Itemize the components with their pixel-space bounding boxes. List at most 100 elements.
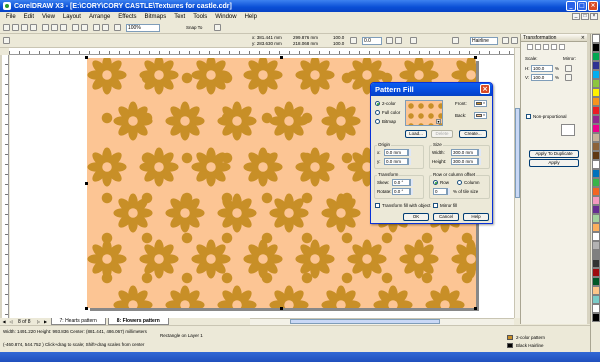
palette-swatch[interactable]	[592, 214, 600, 223]
palette-swatch[interactable]	[592, 304, 600, 313]
menu-edit[interactable]: Edit	[20, 14, 38, 20]
mirror-vertical-button[interactable]	[565, 74, 572, 81]
palette-swatch[interactable]	[592, 169, 600, 178]
minimize-button[interactable]: _	[566, 1, 576, 11]
selection-handle-bc[interactable]	[280, 307, 283, 310]
tab-flowers-pattern[interactable]: 8: Flowers pattern	[107, 318, 169, 325]
app-launcher-icon[interactable]	[114, 24, 121, 31]
to-back-icon[interactable]	[511, 37, 518, 44]
rotate-mode-icon[interactable]	[535, 44, 541, 50]
corner-round-icon[interactable]	[410, 37, 417, 44]
new-icon[interactable]	[3, 24, 10, 31]
mirror-horizontal-icon[interactable]	[386, 37, 393, 44]
mirror-horizontal-button[interactable]	[565, 65, 572, 72]
zoom-level-field[interactable]: 100%	[126, 24, 160, 32]
palette-swatch[interactable]	[592, 97, 600, 106]
tab-hearts-pattern[interactable]: 7: Hearts pattern	[50, 318, 106, 325]
height-field[interactable]: 300.0 mm	[451, 158, 478, 165]
palette-swatch[interactable]	[592, 268, 600, 277]
full-color-radio[interactable]	[375, 110, 380, 115]
mirror-fill-checkbox[interactable]	[433, 203, 438, 208]
object-width-field[interactable]: 299.876 mm	[293, 35, 318, 40]
palette-swatch[interactable]	[592, 124, 600, 133]
palette-swatch[interactable]	[592, 277, 600, 286]
ok-button[interactable]: OK	[403, 213, 429, 221]
skew-field[interactable]: 0.0 °	[392, 179, 410, 186]
palette-swatch[interactable]	[592, 187, 600, 196]
doc-restore-button[interactable]: □	[581, 13, 589, 20]
palette-swatch[interactable]	[592, 142, 600, 151]
to-front-icon[interactable]	[502, 37, 509, 44]
rotate-spinner[interactable]	[410, 188, 413, 195]
outline-indicator-icon[interactable]	[507, 343, 513, 348]
palette-swatch[interactable]	[592, 88, 600, 97]
palette-swatch[interactable]	[592, 106, 600, 115]
palette-swatch[interactable]	[592, 115, 600, 124]
palette-swatch[interactable]	[592, 196, 600, 205]
origin-y-spinner[interactable]	[408, 158, 411, 165]
copy-icon[interactable]	[51, 24, 58, 31]
width-field[interactable]: 300.0 mm	[451, 149, 478, 156]
horizontal-scrollbar[interactable]	[250, 318, 514, 325]
palette-swatch[interactable]	[592, 43, 600, 52]
non-proportional-checkbox[interactable]	[526, 114, 531, 119]
apply-button[interactable]: Apply	[529, 159, 579, 167]
height-spinner[interactable]	[478, 158, 481, 165]
export-icon[interactable]	[102, 24, 109, 31]
print-icon[interactable]	[30, 24, 37, 31]
save-icon[interactable]	[21, 24, 28, 31]
horizontal-scroll-thumb[interactable]	[290, 319, 440, 324]
lock-ratio-icon[interactable]	[350, 37, 357, 44]
selection-handle-tl[interactable]	[85, 56, 88, 59]
rotation-angle-field[interactable]: 0.0	[362, 37, 382, 45]
menu-view[interactable]: View	[38, 14, 59, 20]
create-button[interactable]: Create...	[459, 130, 487, 138]
import-icon[interactable]	[93, 24, 100, 31]
palette-swatch[interactable]	[592, 205, 600, 214]
menu-arrange[interactable]: Arrange	[85, 14, 114, 20]
origin-x-field[interactable]: 0.0 mm	[384, 149, 408, 156]
skew-mode-icon[interactable]	[559, 44, 565, 50]
maximize-button[interactable]: □	[577, 1, 587, 11]
palette-swatch[interactable]	[592, 259, 600, 268]
menu-bitmaps[interactable]: Bitmaps	[141, 14, 171, 20]
menu-window[interactable]: Window	[211, 14, 240, 20]
offset-field[interactable]: 0	[433, 188, 447, 195]
anchor-grid[interactable]	[561, 124, 575, 136]
doc-minimize-button[interactable]: _	[572, 13, 580, 20]
selection-handle-br[interactable]	[474, 307, 477, 310]
selection-handle-tr[interactable]	[474, 56, 477, 59]
bitmap-radio[interactable]	[375, 119, 380, 124]
palette-swatch[interactable]	[592, 34, 600, 43]
position-y-field[interactable]: y: 283.630 mm	[252, 41, 282, 46]
palette-swatch[interactable]	[592, 241, 600, 250]
first-page-icon[interactable]: ◀	[1, 319, 7, 325]
offset-spinner[interactable]	[447, 188, 450, 195]
cut-icon[interactable]	[42, 24, 49, 31]
selection-handle-ml[interactable]	[85, 182, 88, 185]
last-page-icon[interactable]: ▶	[43, 319, 49, 325]
menu-help[interactable]: Help	[241, 14, 261, 20]
palette-swatch[interactable]	[592, 79, 600, 88]
vertical-ruler[interactable]	[2, 55, 9, 318]
dialog-close-button[interactable]: ×	[480, 84, 490, 94]
scale-width-field[interactable]: 100.0	[333, 35, 344, 40]
palette-swatch[interactable]	[592, 250, 600, 259]
palette-swatch[interactable]	[592, 133, 600, 142]
front-color-picker[interactable]: ▾	[474, 100, 487, 107]
palette-swatch[interactable]	[592, 151, 600, 160]
help-button[interactable]: Help	[463, 213, 489, 221]
options-icon[interactable]	[214, 24, 221, 31]
transform-fill-checkbox[interactable]	[375, 203, 380, 208]
mirror-vertical-icon[interactable]	[395, 37, 402, 44]
outline-width-dropdown[interactable]: Hairline	[470, 37, 498, 45]
palette-swatch[interactable]	[592, 178, 600, 187]
palette-swatch[interactable]	[592, 223, 600, 232]
redo-icon[interactable]	[81, 24, 88, 31]
two-color-radio[interactable]	[375, 101, 380, 106]
close-button[interactable]: ×	[588, 1, 598, 11]
rotate-field[interactable]: 0.0 °	[392, 188, 410, 195]
open-icon[interactable]	[12, 24, 19, 31]
snap-to-dropdown[interactable]: Snap To	[186, 25, 202, 30]
scale-h-field[interactable]: 100.0	[531, 65, 553, 72]
